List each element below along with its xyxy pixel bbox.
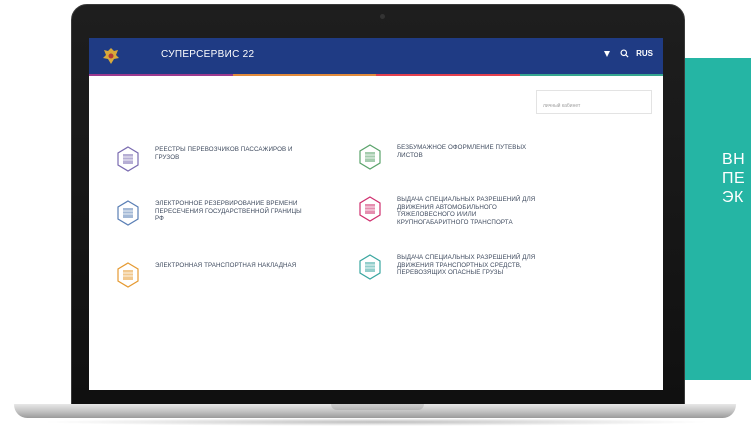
- service-item[interactable]: БЕЗБУМАЖНОЕ ОФОРМЛЕНИЕ ПУТЕВЫХ ЛИСТОВ: [359, 144, 547, 170]
- promo-text: ВН ПЕ ЭК: [722, 150, 745, 207]
- service-label: ВЫДАЧА СПЕЦИАЛЬНЫХ РАЗРЕШЕНИЙ ДЛЯ ДВИЖЕН…: [397, 254, 536, 277]
- search-icon[interactable]: [620, 49, 629, 58]
- laptop-shadow: [40, 418, 712, 426]
- stripe-segment: [89, 74, 233, 76]
- heavy-transport-icon: [359, 196, 381, 222]
- service-label: ЭЛЕКТРОННАЯ ТРАНСПОРТНАЯ НАКЛАДНАЯ: [155, 262, 297, 269]
- service-label: ЭЛЕКТРОННОЕ РЕЗЕРВИРОВАНИЕ ВРЕМЕНИ ПЕРЕС…: [155, 200, 302, 223]
- promo-line-3: ЭК: [722, 189, 744, 206]
- region-selector[interactable]: [604, 50, 613, 57]
- promo-panel: ВН ПЕ ЭК: [684, 58, 751, 380]
- coat-of-arms-icon[interactable]: [101, 46, 121, 66]
- border-icon: [117, 200, 139, 226]
- registry-icon: [117, 146, 139, 172]
- laptop-notch: [331, 404, 424, 410]
- service-label: БЕЗБУМАЖНОЕ ОФОРМЛЕНИЕ ПУТЕВЫХ ЛИСТОВ: [397, 144, 527, 159]
- cabinet-search-input[interactable]: [536, 90, 652, 114]
- service-item[interactable]: ЭЛЕКТРОННАЯ ТРАНСПОРТНАЯ НАКЛАДНАЯ: [117, 262, 305, 288]
- dangerous-goods-icon: [359, 254, 381, 280]
- service-item[interactable]: РЕЕСТРЫ ПЕРЕВОЗЧИКОВ ПАССАЖИРОВ И ГРУЗОВ: [117, 146, 305, 172]
- language-switch[interactable]: RUS: [636, 49, 653, 58]
- service-label: РЕЕСТРЫ ПЕРЕВОЗЧИКОВ ПАССАЖИРОВ И ГРУЗОВ: [155, 146, 293, 161]
- stripe-segment: [519, 74, 663, 76]
- color-stripe: [89, 74, 663, 76]
- waybill-icon: [359, 144, 381, 170]
- service-item[interactable]: ВЫДАЧА СПЕЦИАЛЬНЫХ РАЗРЕШЕНИЙ ДЛЯ ДВИЖЕН…: [359, 196, 547, 226]
- site-title[interactable]: СУПЕРСЕРВИС 22: [161, 49, 254, 60]
- laptop-screen: СУПЕРСЕРВИС 22 RUS РЕЕСТРЫ ПЕРЕВОЗЧИКОВ …: [89, 38, 663, 390]
- promo-line-1: ВН: [722, 151, 746, 168]
- invoice-icon: [117, 262, 139, 288]
- camera: [380, 14, 385, 19]
- service-item[interactable]: ВЫДАЧА СПЕЦИАЛЬНЫХ РАЗРЕШЕНИЙ ДЛЯ ДВИЖЕН…: [359, 254, 547, 280]
- header-tools: RUS: [604, 49, 653, 58]
- site-header: СУПЕРСЕРВИС 22 RUS: [89, 38, 663, 74]
- location-pin-icon: [604, 50, 611, 57]
- service-item[interactable]: ЭЛЕКТРОННОЕ РЕЗЕРВИРОВАНИЕ ВРЕМЕНИ ПЕРЕС…: [117, 200, 305, 226]
- stripe-segment: [232, 74, 376, 76]
- promo-line-2: ПЕ: [722, 170, 746, 187]
- stripe-segment: [376, 74, 520, 76]
- service-label: ВЫДАЧА СПЕЦИАЛЬНЫХ РАЗРЕШЕНИЙ ДЛЯ ДВИЖЕН…: [397, 196, 536, 226]
